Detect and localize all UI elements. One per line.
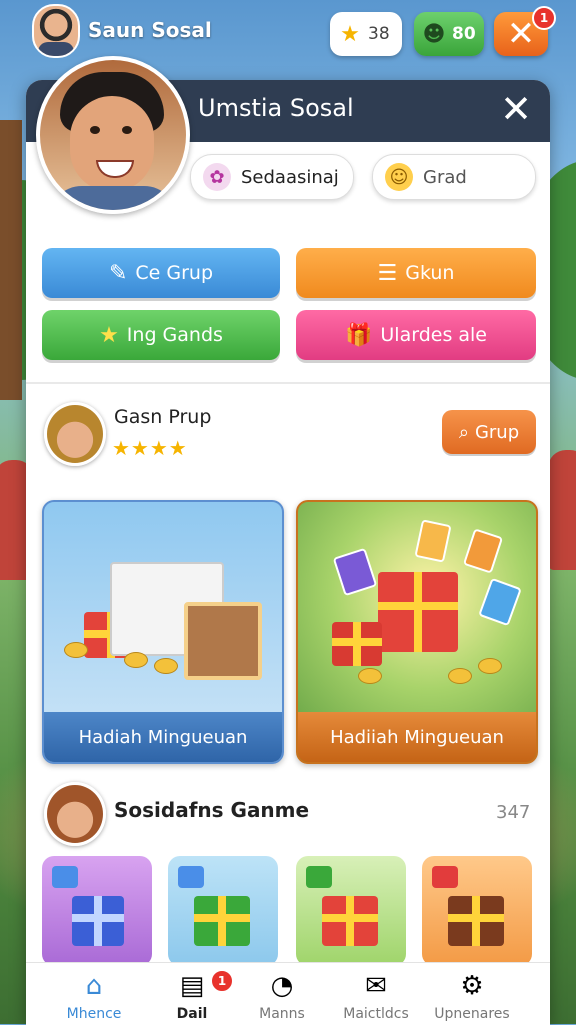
close-icon: ✕ [506,14,536,54]
nav-item-label: Dail [176,1006,208,1022]
nav-item-label: Upnenares [434,1006,510,1022]
top-bar: Saun Sosal ★ 38 ☻ 80 ✕ 1 [0,0,576,66]
stars-count: 38 [368,24,390,44]
nav-item-label: Manns [259,1006,305,1022]
game-tile[interactable] [296,856,406,966]
inbox-icon: ▤ [179,971,205,1001]
section-count: 347 [496,802,531,823]
group-rating-stars: ★★★★ [112,436,188,460]
social-panel: Umstia Sosal ✕ ✿ Sedaasinaj ☺ Grad ✎ Ce … [26,80,550,1024]
nav-item-label: Mhence [66,1006,122,1022]
chip-grade[interactable]: ☺ Grad [372,154,536,200]
gift-box-small-image [332,622,382,666]
photo-frame-image [184,602,262,680]
gear-icon: ⚙ [460,971,484,1001]
gems-counter[interactable]: ☻ 80 [414,12,484,56]
stars-counter[interactable]: ★ 38 [330,12,402,56]
panel-close-button[interactable]: ✕ [498,90,534,128]
user-name: Saun Sosal [88,18,212,42]
section-avatar[interactable] [44,782,106,846]
nav-item-chat[interactable]: ◔ Manns [232,963,332,1025]
game-tile[interactable] [42,856,152,966]
list-icon: ☰ [377,260,398,286]
chat-icon: ◔ [270,971,294,1001]
close-button[interactable]: ✕ 1 [494,6,556,56]
star-icon [52,866,78,888]
chip-status[interactable]: ✿ Sedaasinaj [190,154,354,200]
bottom-nav: ⌂ Mhence ▤ 1 Dail ◔ Manns ✉ Maictldcs ⚙ … [26,962,550,1025]
user-avatar[interactable] [32,4,80,58]
badge-icon [178,866,204,888]
rewards-button[interactable]: ★ Ing Gands [42,310,280,360]
gift-icon: 🎁 [344,322,373,348]
star-icon: ★ [99,322,119,348]
pencil-icon: ✎ [108,260,128,286]
nav-item-daily[interactable]: ▤ 1 Dail [142,963,242,1025]
messages-icon: ✉ [365,971,387,1001]
panel-title: Umstia Sosal [198,94,354,122]
close-icon: ✕ [500,87,532,131]
nav-badge: 1 [210,969,234,993]
notification-badge: 1 [532,6,556,30]
list-button-label: Gkun [405,262,455,284]
gems-count: 80 [452,24,476,44]
star-icon: ★ [340,21,360,47]
card-icon [332,547,378,597]
game-tile[interactable] [168,856,278,966]
card-icon [414,519,452,563]
game-tile[interactable] [422,856,532,966]
reward-card-label: Hadiiah Mingueuan [298,712,536,762]
home-icon: ⌂ [85,971,103,1001]
search-group-label: Grup [474,421,520,443]
search-group-button[interactable]: ⌕ Grup [442,410,536,454]
gift-box-image [378,572,458,652]
reward-card-label: Hadiah Mingueuan [44,712,282,762]
gifts-button-label: Ulardes ale [380,324,487,346]
badge-icon [432,866,458,888]
create-group-label: Ce Grup [135,262,214,284]
nav-item-settings[interactable]: ⚙ Upnenares [422,963,522,1025]
create-group-button[interactable]: ✎ Ce Grup [42,248,280,298]
badge-icon [306,866,332,888]
nav-item-home[interactable]: ⌂ Mhence [44,963,144,1025]
chip-grade-label: Grad [423,166,467,188]
reward-card-weekly[interactable]: Hadiah Mingueuan [42,500,284,764]
flower-icon: ✿ [203,163,231,191]
nav-item-label: Maictldcs [343,1006,409,1022]
search-icon: ⌕ [458,421,469,443]
card-icon [462,528,504,574]
profile-avatar[interactable] [36,56,190,214]
chip-status-label: Sedaasinaj [241,166,339,188]
smile-icon: ☺ [385,163,413,191]
rewards-button-label: Ing Gands [126,324,223,346]
gifts-button[interactable]: 🎁 Ulardes ale [296,310,536,360]
group-title: Gasn Prup [114,406,212,428]
section-title: Sosidafns Ganme [114,798,310,822]
person-icon: ☻ [422,21,446,47]
list-button[interactable]: ☰ Gkun [296,248,536,298]
divider [26,382,550,384]
card-icon [478,577,522,627]
nav-item-messages[interactable]: ✉ Maictldcs [326,963,426,1025]
group-avatar[interactable] [44,402,106,466]
reward-card-weekly-2[interactable]: Hadiiah Mingueuan [296,500,538,764]
